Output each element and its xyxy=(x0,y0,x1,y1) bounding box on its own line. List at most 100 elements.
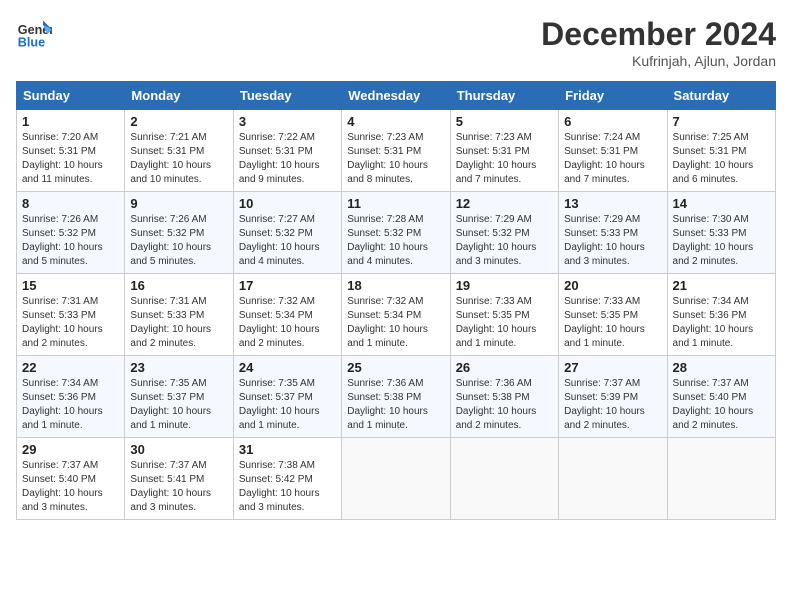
day-info: Sunrise: 7:26 AMSunset: 5:32 PMDaylight:… xyxy=(22,213,119,269)
calendar-cell xyxy=(450,438,558,520)
calendar-cell: 24 Sunrise: 7:35 AMSunset: 5:37 PMDayligh… xyxy=(233,356,341,438)
day-number: 22 xyxy=(22,360,119,375)
day-info: Sunrise: 7:37 AMSunset: 5:41 PMDaylight:… xyxy=(130,459,227,515)
calendar-cell: 28 Sunrise: 7:37 AMSunset: 5:40 PMDayligh… xyxy=(667,356,775,438)
logo: General Blue xyxy=(16,16,56,52)
weekday-header-wednesday: Wednesday xyxy=(342,82,450,110)
day-info: Sunrise: 7:22 AMSunset: 5:31 PMDaylight:… xyxy=(239,131,336,187)
day-info: Sunrise: 7:36 AMSunset: 5:38 PMDaylight:… xyxy=(347,377,444,433)
calendar-cell: 10Sunrise: 7:27 AMSunset: 5:32 PMDayligh… xyxy=(233,192,341,274)
day-number: 1 xyxy=(22,114,119,129)
weekday-header-sunday: Sunday xyxy=(17,82,125,110)
page-header: General Blue December 2024 Kufrinjah, Aj… xyxy=(16,16,776,69)
day-info: Sunrise: 7:37 AMSunset: 5:39 PMDaylight:… xyxy=(564,377,661,433)
day-number: 30 xyxy=(130,442,227,457)
calendar-cell: 29 Sunrise: 7:37 AMSunset: 5:40 PMDayligh… xyxy=(17,438,125,520)
day-info: Sunrise: 7:31 AMSunset: 5:33 PMDaylight:… xyxy=(130,295,227,351)
calendar-cell: 27Sunrise: 7:37 AMSunset: 5:39 PMDayligh… xyxy=(559,356,667,438)
day-number: 31 xyxy=(239,442,336,457)
day-number: 11 xyxy=(347,196,444,211)
weekday-header-thursday: Thursday xyxy=(450,82,558,110)
calendar-cell: 31 Sunrise: 7:38 AMSunset: 5:42 PMDayligh… xyxy=(233,438,341,520)
day-number: 14 xyxy=(673,196,770,211)
calendar-cell: 7 Sunrise: 7:25 AMSunset: 5:31 PMDaylight… xyxy=(667,110,775,192)
calendar-cell: 21 Sunrise: 7:34 AMSunset: 5:36 PMDayligh… xyxy=(667,274,775,356)
calendar-cell xyxy=(667,438,775,520)
day-number: 26 xyxy=(456,360,553,375)
day-number: 5 xyxy=(456,114,553,129)
day-info: Sunrise: 7:28 AMSunset: 5:32 PMDaylight:… xyxy=(347,213,444,269)
calendar-table: SundayMondayTuesdayWednesdayThursdayFrid… xyxy=(16,81,776,520)
day-number: 29 xyxy=(22,442,119,457)
day-info: Sunrise: 7:37 AMSunset: 5:40 PMDaylight:… xyxy=(673,377,770,433)
day-info: Sunrise: 7:34 AMSunset: 5:36 PMDaylight:… xyxy=(22,377,119,433)
location: Kufrinjah, Ajlun, Jordan xyxy=(541,53,776,69)
day-info: Sunrise: 7:30 AMSunset: 5:33 PMDaylight:… xyxy=(673,213,770,269)
day-number: 9 xyxy=(130,196,227,211)
day-number: 17 xyxy=(239,278,336,293)
day-number: 16 xyxy=(130,278,227,293)
day-number: 8 xyxy=(22,196,119,211)
calendar-cell: 9 Sunrise: 7:26 AMSunset: 5:32 PMDaylight… xyxy=(125,192,233,274)
calendar-cell: 2 Sunrise: 7:21 AMSunset: 5:31 PMDaylight… xyxy=(125,110,233,192)
svg-text:Blue: Blue xyxy=(18,36,45,50)
calendar-cell: 26 Sunrise: 7:36 AMSunset: 5:38 PMDayligh… xyxy=(450,356,558,438)
calendar-cell: 8 Sunrise: 7:26 AMSunset: 5:32 PMDaylight… xyxy=(17,192,125,274)
day-info: Sunrise: 7:31 AMSunset: 5:33 PMDaylight:… xyxy=(22,295,119,351)
day-info: Sunrise: 7:23 AMSunset: 5:31 PMDaylight:… xyxy=(456,131,553,187)
calendar-cell: 17Sunrise: 7:32 AMSunset: 5:34 PMDayligh… xyxy=(233,274,341,356)
day-info: Sunrise: 7:36 AMSunset: 5:38 PMDaylight:… xyxy=(456,377,553,433)
calendar-cell: 14 Sunrise: 7:30 AMSunset: 5:33 PMDayligh… xyxy=(667,192,775,274)
day-number: 12 xyxy=(456,196,553,211)
weekday-header-saturday: Saturday xyxy=(667,82,775,110)
calendar-cell: 3 Sunrise: 7:22 AMSunset: 5:31 PMDaylight… xyxy=(233,110,341,192)
day-number: 28 xyxy=(673,360,770,375)
calendar-cell xyxy=(342,438,450,520)
calendar-cell: 20Sunrise: 7:33 AMSunset: 5:35 PMDayligh… xyxy=(559,274,667,356)
weekday-header-monday: Monday xyxy=(125,82,233,110)
calendar-cell: 18 Sunrise: 7:32 AMSunset: 5:34 PMDayligh… xyxy=(342,274,450,356)
day-info: Sunrise: 7:33 AMSunset: 5:35 PMDaylight:… xyxy=(456,295,553,351)
month-title: December 2024 xyxy=(541,16,776,53)
calendar-cell: 19 Sunrise: 7:33 AMSunset: 5:35 PMDayligh… xyxy=(450,274,558,356)
calendar-cell: 6Sunrise: 7:24 AMSunset: 5:31 PMDaylight… xyxy=(559,110,667,192)
day-number: 24 xyxy=(239,360,336,375)
day-number: 15 xyxy=(22,278,119,293)
day-info: Sunrise: 7:32 AMSunset: 5:34 PMDaylight:… xyxy=(347,295,444,351)
day-number: 23 xyxy=(130,360,227,375)
calendar-cell: 22 Sunrise: 7:34 AMSunset: 5:36 PMDayligh… xyxy=(17,356,125,438)
calendar-cell: 5 Sunrise: 7:23 AMSunset: 5:31 PMDaylight… xyxy=(450,110,558,192)
day-number: 13 xyxy=(564,196,661,211)
day-info: Sunrise: 7:37 AMSunset: 5:40 PMDaylight:… xyxy=(22,459,119,515)
title-block: December 2024 Kufrinjah, Ajlun, Jordan xyxy=(541,16,776,69)
day-info: Sunrise: 7:27 AMSunset: 5:32 PMDaylight:… xyxy=(239,213,336,269)
day-info: Sunrise: 7:35 AMSunset: 5:37 PMDaylight:… xyxy=(239,377,336,433)
weekday-header-friday: Friday xyxy=(559,82,667,110)
day-number: 2 xyxy=(130,114,227,129)
logo-icon: General Blue xyxy=(16,16,52,52)
calendar-cell: 13Sunrise: 7:29 AMSunset: 5:33 PMDayligh… xyxy=(559,192,667,274)
day-info: Sunrise: 7:33 AMSunset: 5:35 PMDaylight:… xyxy=(564,295,661,351)
calendar-cell: 23Sunrise: 7:35 AMSunset: 5:37 PMDayligh… xyxy=(125,356,233,438)
day-info: Sunrise: 7:26 AMSunset: 5:32 PMDaylight:… xyxy=(130,213,227,269)
day-number: 18 xyxy=(347,278,444,293)
day-number: 7 xyxy=(673,114,770,129)
day-number: 19 xyxy=(456,278,553,293)
day-info: Sunrise: 7:34 AMSunset: 5:36 PMDaylight:… xyxy=(673,295,770,351)
calendar-cell: 1Sunrise: 7:20 AMSunset: 5:31 PMDaylight… xyxy=(17,110,125,192)
calendar-cell: 11 Sunrise: 7:28 AMSunset: 5:32 PMDayligh… xyxy=(342,192,450,274)
calendar-cell: 15 Sunrise: 7:31 AMSunset: 5:33 PMDayligh… xyxy=(17,274,125,356)
calendar-cell xyxy=(559,438,667,520)
day-info: Sunrise: 7:38 AMSunset: 5:42 PMDaylight:… xyxy=(239,459,336,515)
day-number: 21 xyxy=(673,278,770,293)
day-info: Sunrise: 7:21 AMSunset: 5:31 PMDaylight:… xyxy=(130,131,227,187)
calendar-cell: 4 Sunrise: 7:23 AMSunset: 5:31 PMDaylight… xyxy=(342,110,450,192)
calendar-cell: 16 Sunrise: 7:31 AMSunset: 5:33 PMDayligh… xyxy=(125,274,233,356)
day-info: Sunrise: 7:29 AMSunset: 5:32 PMDaylight:… xyxy=(456,213,553,269)
day-info: Sunrise: 7:24 AMSunset: 5:31 PMDaylight:… xyxy=(564,131,661,187)
calendar-cell: 30 Sunrise: 7:37 AMSunset: 5:41 PMDayligh… xyxy=(125,438,233,520)
day-number: 4 xyxy=(347,114,444,129)
day-number: 3 xyxy=(239,114,336,129)
day-info: Sunrise: 7:23 AMSunset: 5:31 PMDaylight:… xyxy=(347,131,444,187)
day-info: Sunrise: 7:25 AMSunset: 5:31 PMDaylight:… xyxy=(673,131,770,187)
